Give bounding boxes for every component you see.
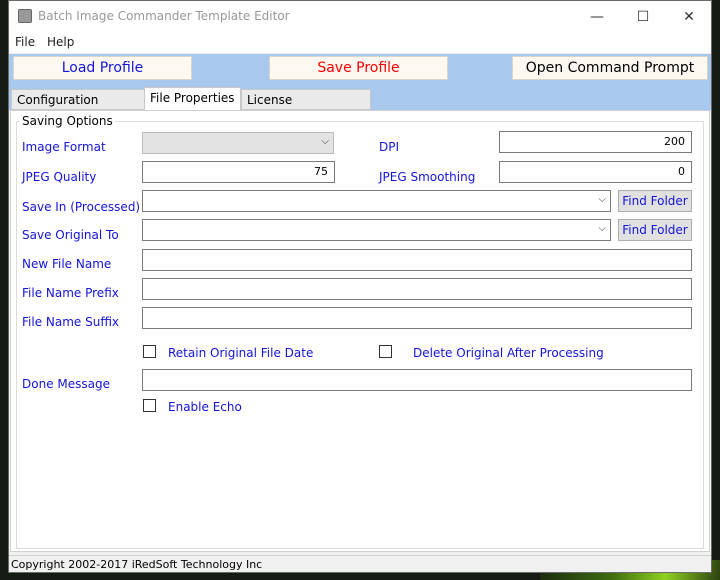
chevron-down-icon: ⌵ (598, 223, 606, 234)
toolbar: Load Profile Save Profile Open Command P… (9, 54, 711, 86)
suffix-input[interactable] (142, 307, 692, 329)
dpi-input[interactable]: 200 (499, 131, 692, 153)
open-command-prompt-button[interactable]: Open Command Prompt (512, 56, 708, 80)
menu-bar: File Help (9, 33, 711, 53)
delete-original-checkbox[interactable] (379, 345, 392, 358)
window-title: Batch Image Commander Template Editor (38, 9, 290, 23)
suffix-label: File Name Suffix (22, 315, 120, 329)
done-message-label: Done Message (22, 377, 110, 391)
group-title: Saving Options (20, 114, 115, 128)
enable-echo-checkbox[interactable] (143, 399, 156, 412)
save-original-select[interactable]: ⌵ (142, 219, 611, 241)
tab-bar: Configuration Module File Properties Lic… (9, 86, 711, 127)
prefix-input[interactable] (142, 278, 692, 300)
tab-license-management[interactable]: License Management (241, 89, 371, 127)
menu-help[interactable]: Help (47, 35, 74, 49)
save-original-label: Save Original To (22, 228, 119, 242)
jpeg-smoothing-label: JPEG Smoothing (379, 170, 476, 184)
save-in-select[interactable]: ⌵ (142, 190, 611, 212)
menu-file[interactable]: File (15, 35, 35, 49)
retain-date-label: Retain Original File Date (168, 346, 314, 360)
find-folder-button-2[interactable]: Find Folder (618, 219, 692, 241)
load-profile-button[interactable]: Load Profile (13, 56, 192, 80)
app-window: Batch Image Commander Template Editor — … (8, 0, 712, 573)
retain-date-checkbox[interactable] (143, 345, 156, 358)
jpeg-quality-input[interactable]: 75 (142, 161, 335, 183)
enable-echo-label: Enable Echo (168, 400, 242, 414)
saving-options-group (16, 121, 704, 549)
tab-configuration-module[interactable]: Configuration Module (11, 89, 145, 127)
status-bar: Copyright 2002-2017 iRedSoft Technology … (9, 555, 711, 573)
save-profile-button[interactable]: Save Profile (269, 56, 448, 80)
find-folder-button[interactable]: Find Folder (618, 190, 692, 212)
new-file-name-label: New File Name (22, 257, 112, 271)
app-icon (18, 9, 32, 23)
image-format-label: Image Format (22, 140, 106, 154)
delete-original-label: Delete Original After Processing (413, 346, 604, 360)
prefix-label: File Name Prefix (22, 286, 119, 300)
minimize-button[interactable]: — (577, 5, 617, 29)
title-bar: Batch Image Commander Template Editor — … (9, 1, 711, 33)
save-in-label: Save In (Processed) (22, 200, 141, 214)
tab-file-properties[interactable]: File Properties (144, 87, 241, 110)
file-properties-panel: Saving Options Image Format ⌵ DPI 200 JP… (10, 110, 710, 552)
chevron-down-icon: ⌵ (598, 194, 606, 205)
new-file-name-input[interactable] (142, 249, 692, 271)
jpeg-quality-label: JPEG Quality (22, 170, 97, 184)
close-button[interactable]: ✕ (669, 5, 709, 29)
chevron-down-icon: ⌵ (321, 136, 329, 147)
done-message-input[interactable] (142, 369, 692, 391)
maximize-button[interactable]: ☐ (623, 5, 663, 29)
dpi-label: DPI (379, 140, 400, 154)
jpeg-smoothing-input[interactable]: 0 (499, 161, 692, 183)
image-format-select[interactable]: ⌵ (142, 132, 334, 154)
